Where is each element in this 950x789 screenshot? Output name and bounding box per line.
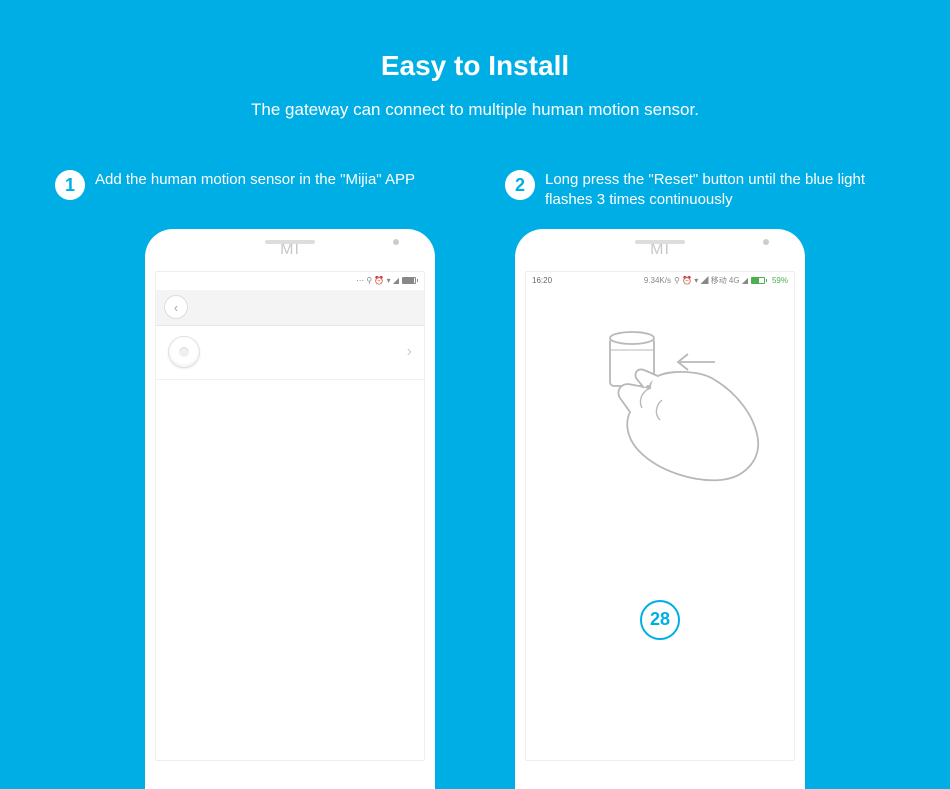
phone-left: MI ⋯ ⚲ ⏰ ▾ ◢ ‹ › [145,229,435,789]
battery-percent: 59% [772,276,788,285]
back-button[interactable]: ‹ [164,295,188,319]
status-icons: ⚲ ⏰ ▾ ◢ 移动 4G ◢ [674,275,748,286]
phone-right-screen: 16:20 9.34K/s ⚲ ⏰ ▾ ◢ 移动 4G ◢ 59% [525,271,795,761]
phone-right-bezel: MI [515,229,805,271]
steps-row: 1 Add the human motion sensor in the "Mi… [0,170,950,211]
step-1: 1 Add the human motion sensor in the "Mi… [55,170,445,211]
statusbar-right-phone: 16:20 9.34K/s ⚲ ⏰ ▾ ◢ 移动 4G ◢ 59% [526,272,794,290]
header: Easy to Install The gateway can connect … [0,0,950,120]
chevron-right-icon: › [407,343,412,361]
phone-left-bezel: MI [145,229,435,271]
statusbar-icons: ⋯ ⚲ ⏰ ▾ ◢ [356,276,418,285]
phones-row: MI ⋯ ⚲ ⏰ ▾ ◢ ‹ › [0,229,950,789]
step-2-badge: 2 [505,170,535,200]
step-2-text: Long press the "Reset" button until the … [545,170,895,211]
page-title: Easy to Install [0,50,950,82]
step-1-badge: 1 [55,170,85,200]
battery-icon [402,277,418,284]
statusbar-icons: 9.34K/s ⚲ ⏰ ▾ ◢ 移动 4G ◢ 59% [644,275,788,286]
speaker-icon [265,240,315,244]
chevron-left-icon: ‹ [174,300,178,315]
status-icons: ⋯ ⚲ ⏰ ▾ ◢ [356,276,399,285]
hand-press-sensor-icon [550,320,770,490]
nav-bar: ‹ [156,290,424,326]
phone-right: MI 16:20 9.34K/s ⚲ ⏰ ▾ ◢ 移动 4G ◢ 59% [515,229,805,789]
camera-icon [763,239,769,245]
statusbar-time: 16:20 [532,276,552,285]
statusbar-left: ⋯ ⚲ ⏰ ▾ ◢ [156,272,424,290]
countdown-timer: 28 [640,600,680,640]
battery-icon [751,277,767,284]
net-speed: 9.34K/s [644,276,671,285]
phone-left-screen: ⋯ ⚲ ⏰ ▾ ◢ ‹ › [155,271,425,761]
device-list-item[interactable]: › [156,326,424,380]
speaker-icon [635,240,685,244]
reset-illustration: 28 [526,290,794,640]
camera-icon [393,239,399,245]
motion-sensor-icon [168,336,200,368]
step-1-text: Add the human motion sensor in the "Miji… [95,170,415,190]
step-2: 2 Long press the "Reset" button until th… [505,170,895,211]
page-subtitle: The gateway can connect to multiple huma… [0,100,950,120]
